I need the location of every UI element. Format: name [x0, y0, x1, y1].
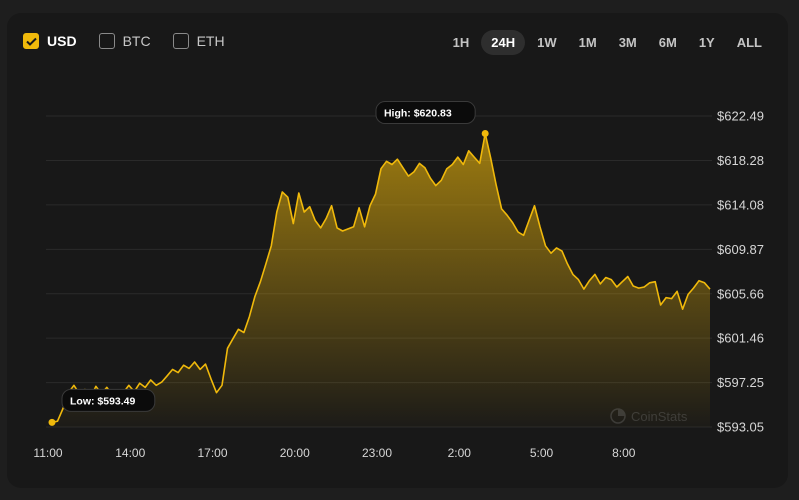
- y-tick-label: $605.66: [717, 286, 764, 301]
- low-label: Low: $593.49: [70, 395, 136, 407]
- low-point-marker: [48, 418, 56, 426]
- y-tick-label: $601.46: [717, 331, 764, 346]
- x-tick-label: 23:00: [362, 446, 392, 460]
- high-annotation: High: $620.83: [375, 101, 489, 138]
- x-tick-label: 14:00: [115, 446, 145, 460]
- x-axis-ticks: 11:00 14:00 17:00 20:00 23:00 2:00 5:00 8:00: [33, 446, 635, 460]
- x-tick-label: 17:00: [197, 446, 227, 460]
- y-tick-label: $609.87: [717, 242, 764, 257]
- x-tick-label: 11:00: [33, 446, 62, 460]
- y-tick-label: $614.08: [717, 197, 764, 212]
- y-tick-label: $593.05: [717, 420, 764, 435]
- watermark-text: CoinStats: [631, 409, 688, 424]
- x-tick-label: 8:00: [612, 446, 636, 460]
- y-tick-label: $618.28: [717, 153, 764, 168]
- x-tick-label: 20:00: [280, 446, 310, 460]
- y-tick-label: $597.25: [717, 375, 764, 390]
- x-tick-label: 5:00: [530, 446, 554, 460]
- high-point-marker: [481, 130, 489, 138]
- high-label: High: $620.83: [384, 108, 452, 120]
- y-axis-ticks: $622.49 $618.28 $614.08 $609.87 $605.66 $601.…: [717, 109, 764, 435]
- price-chart[interactable]: $622.49 $618.28 $614.08 $609.87 $605.66 $601.…: [0, 0, 799, 500]
- y-tick-label: $622.49: [717, 109, 764, 124]
- x-tick-label: 2:00: [448, 446, 472, 460]
